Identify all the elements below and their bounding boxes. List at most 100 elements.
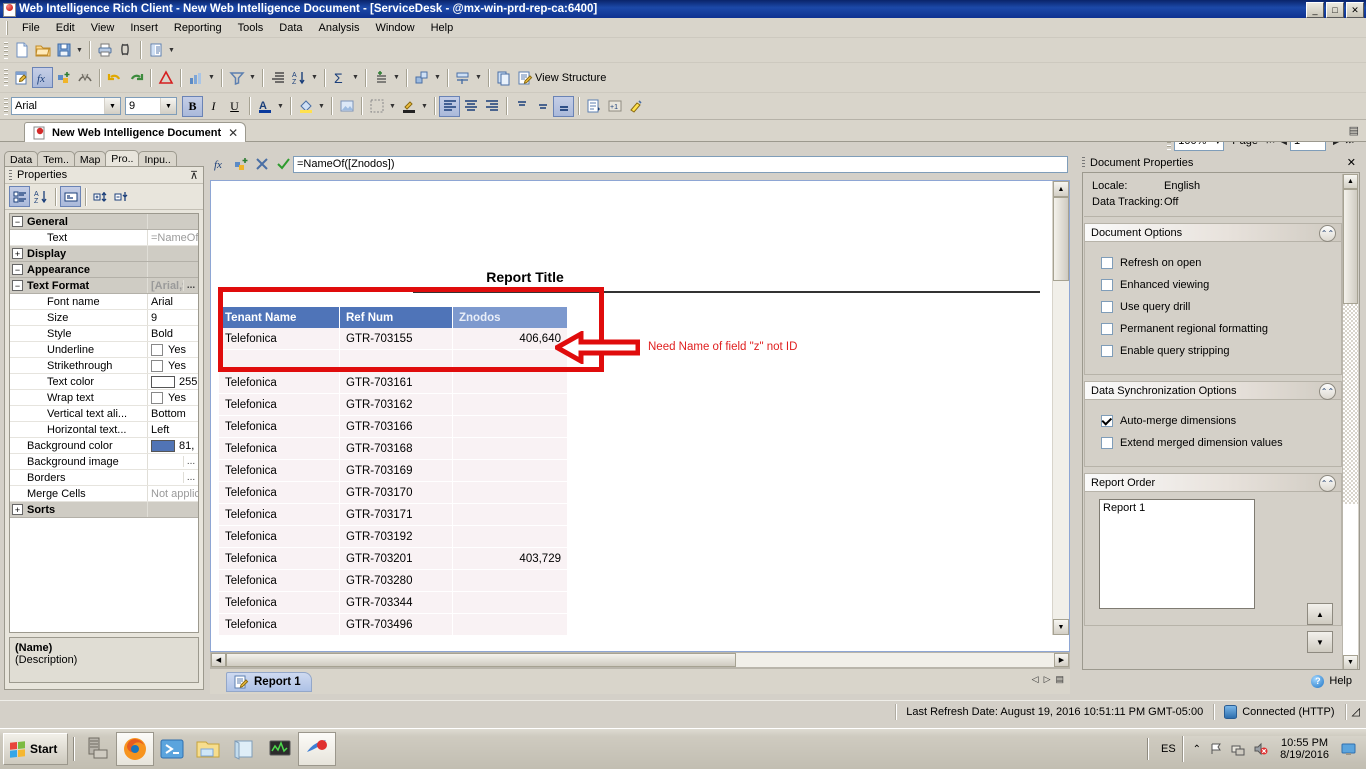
- property-value[interactable]: Yes: [147, 342, 198, 357]
- property-checkbox[interactable]: [151, 391, 163, 404]
- enhanced-viewing-checkbox[interactable]: [1101, 279, 1113, 291]
- option-extend-merged-dimension-values[interactable]: Extend merged dimension values: [1085, 435, 1341, 451]
- tab-properties[interactable]: Pro..: [105, 150, 140, 167]
- table-cell-znodos[interactable]: 406,640: [452, 328, 568, 350]
- property-checkbox[interactable]: [151, 343, 163, 356]
- table-cell-tenant[interactable]: Telefonica: [219, 569, 340, 592]
- chevron-up-icon[interactable]: ⌃⌃: [1319, 383, 1336, 400]
- property-value[interactable]: Bottom: [147, 406, 198, 421]
- property-row[interactable]: −Text Format [Arial,9......: [10, 278, 198, 294]
- show-hidden-icons-icon[interactable]: ⌃: [1193, 744, 1201, 755]
- close-icon[interactable]: ✕: [1347, 156, 1356, 169]
- canvas-vertical-scrollbar[interactable]: ▲ ▼: [1052, 181, 1069, 635]
- filter-dropdown-arrow[interactable]: ▼: [247, 67, 258, 88]
- font-color-icon[interactable]: A: [254, 96, 275, 117]
- property-row[interactable]: Font name Arial: [10, 294, 198, 310]
- report-order-header[interactable]: Report Order ⌃⌃: [1084, 473, 1342, 492]
- scrollbar-track[interactable]: [1343, 304, 1358, 504]
- font-name-combo[interactable]: Arial ▼: [11, 97, 121, 115]
- option-enhanced-viewing[interactable]: Enhanced viewing: [1085, 277, 1341, 293]
- show-description-icon[interactable]: [60, 186, 81, 207]
- create-variable-icon[interactable]: [53, 67, 74, 88]
- property-value[interactable]: [Arial,9...: [147, 278, 183, 293]
- enable-query-stripping-checkbox[interactable]: [1101, 345, 1113, 357]
- table-cell-znodos[interactable]: [452, 481, 568, 504]
- fill-color-dropdown-arrow[interactable]: ▼: [316, 96, 327, 117]
- property-ellipsis-button[interactable]: ...: [183, 472, 198, 483]
- table-row[interactable]: Telefonica GTR-703171: [219, 503, 568, 526]
- formula-editor-icon[interactable]: fx: [32, 67, 53, 88]
- property-value[interactable]: =NameOf(…: [147, 230, 198, 245]
- toolbar-grip[interactable]: [4, 41, 8, 59]
- categorized-view-icon[interactable]: [9, 186, 30, 207]
- tab-map[interactable]: Map: [73, 151, 107, 167]
- language-indicator[interactable]: ES: [1155, 743, 1182, 755]
- tab-data[interactable]: Data: [4, 151, 39, 167]
- clear-formatting-icon[interactable]: [74, 67, 95, 88]
- property-row[interactable]: Style Bold: [10, 326, 198, 342]
- table-cell-ref[interactable]: [339, 349, 453, 372]
- insert-row-icon[interactable]: [370, 67, 391, 88]
- property-row[interactable]: + Sorts: [10, 502, 198, 518]
- powershell-icon[interactable]: [154, 733, 190, 765]
- color-swatch[interactable]: [151, 375, 175, 388]
- document-summary-dropdown-arrow[interactable]: ▼: [166, 40, 177, 61]
- canvas-horizontal-scrollbar[interactable]: ◀ ▶: [210, 652, 1070, 668]
- help-icon[interactable]: ?: [1311, 674, 1325, 688]
- menu-item-edit[interactable]: Edit: [48, 20, 83, 36]
- option-permanent-regional-formatting[interactable]: Permanent regional formatting: [1085, 321, 1341, 337]
- align-table-icon[interactable]: [452, 67, 473, 88]
- document-summary-icon[interactable]: [145, 40, 166, 61]
- resize-grip[interactable]: ◿: [1344, 703, 1366, 720]
- show-desktop-icon[interactable]: [1341, 742, 1356, 756]
- find-icon[interactable]: [115, 40, 136, 61]
- cancel-formula-button[interactable]: [251, 154, 272, 175]
- document-tab[interactable]: New Web Intelligence Document ✕: [24, 122, 247, 142]
- option-refresh-on-open[interactable]: Refresh on open: [1085, 255, 1341, 271]
- property-row[interactable]: Strikethrough Yes: [10, 358, 198, 374]
- formula-editor-button[interactable]: fx: [209, 154, 230, 175]
- move-up-button[interactable]: ▲: [1307, 603, 1333, 625]
- table-cell-znodos[interactable]: [452, 503, 568, 526]
- formula-input[interactable]: [293, 155, 1068, 173]
- notepad-icon[interactable]: [226, 733, 262, 765]
- property-row[interactable]: Text color 255, 25: [10, 374, 198, 390]
- list-item[interactable]: Report 1: [1103, 502, 1254, 514]
- maximize-button[interactable]: □: [1326, 2, 1344, 18]
- wrap-text-icon[interactable]: [583, 96, 604, 117]
- property-row[interactable]: Underline Yes: [10, 342, 198, 358]
- property-value[interactable]: [147, 454, 183, 469]
- table-cell-tenant[interactable]: Telefonica: [219, 393, 340, 416]
- table-cell-ref[interactable]: GTR-703168: [339, 437, 453, 460]
- italic-button[interactable]: I: [203, 96, 224, 117]
- scroll-down-button[interactable]: ▼: [1053, 619, 1069, 635]
- table-row[interactable]: [219, 349, 568, 372]
- table-cell-tenant[interactable]: Telefonica: [219, 525, 340, 548]
- menu-item-insert[interactable]: Insert: [122, 20, 166, 36]
- table-cell-tenant[interactable]: Telefonica: [219, 371, 340, 394]
- validate-formula-button[interactable]: [272, 154, 293, 175]
- property-row[interactable]: Merge Cells Not applica...: [10, 486, 198, 502]
- align-bottom-button[interactable]: [553, 95, 574, 117]
- underline-button[interactable]: U: [224, 96, 245, 117]
- menu-item-reporting[interactable]: Reporting: [166, 20, 230, 36]
- volume-muted-icon[interactable]: [1253, 742, 1268, 756]
- insert-chart-dropdown-arrow[interactable]: ▼: [206, 67, 217, 88]
- property-row[interactable]: Wrap text Yes: [10, 390, 198, 406]
- table-cell-tenant[interactable]: Telefonica: [219, 437, 340, 460]
- menu-item-analysis[interactable]: Analysis: [311, 20, 368, 36]
- menu-item-window[interactable]: Window: [367, 20, 422, 36]
- webi-rich-client-icon[interactable]: [298, 732, 337, 766]
- table-cell-tenant[interactable]: Telefonica: [219, 547, 340, 570]
- firefox-icon[interactable]: [116, 732, 155, 766]
- table-cell-znodos[interactable]: [452, 415, 568, 438]
- table-cell-ref[interactable]: GTR-703344: [339, 591, 453, 614]
- table-cell-ref[interactable]: GTR-703169: [339, 459, 453, 482]
- border-color-icon[interactable]: [398, 96, 419, 117]
- table-row[interactable]: Telefonica GTR-703155 406,640: [219, 328, 568, 350]
- table-cell-tenant[interactable]: Telefonica: [219, 459, 340, 482]
- expander-icon[interactable]: −: [10, 280, 25, 291]
- edit-report-icon[interactable]: [11, 67, 32, 88]
- start-button[interactable]: Start: [3, 733, 69, 765]
- table-row[interactable]: Telefonica GTR-703201 403,729: [219, 547, 568, 570]
